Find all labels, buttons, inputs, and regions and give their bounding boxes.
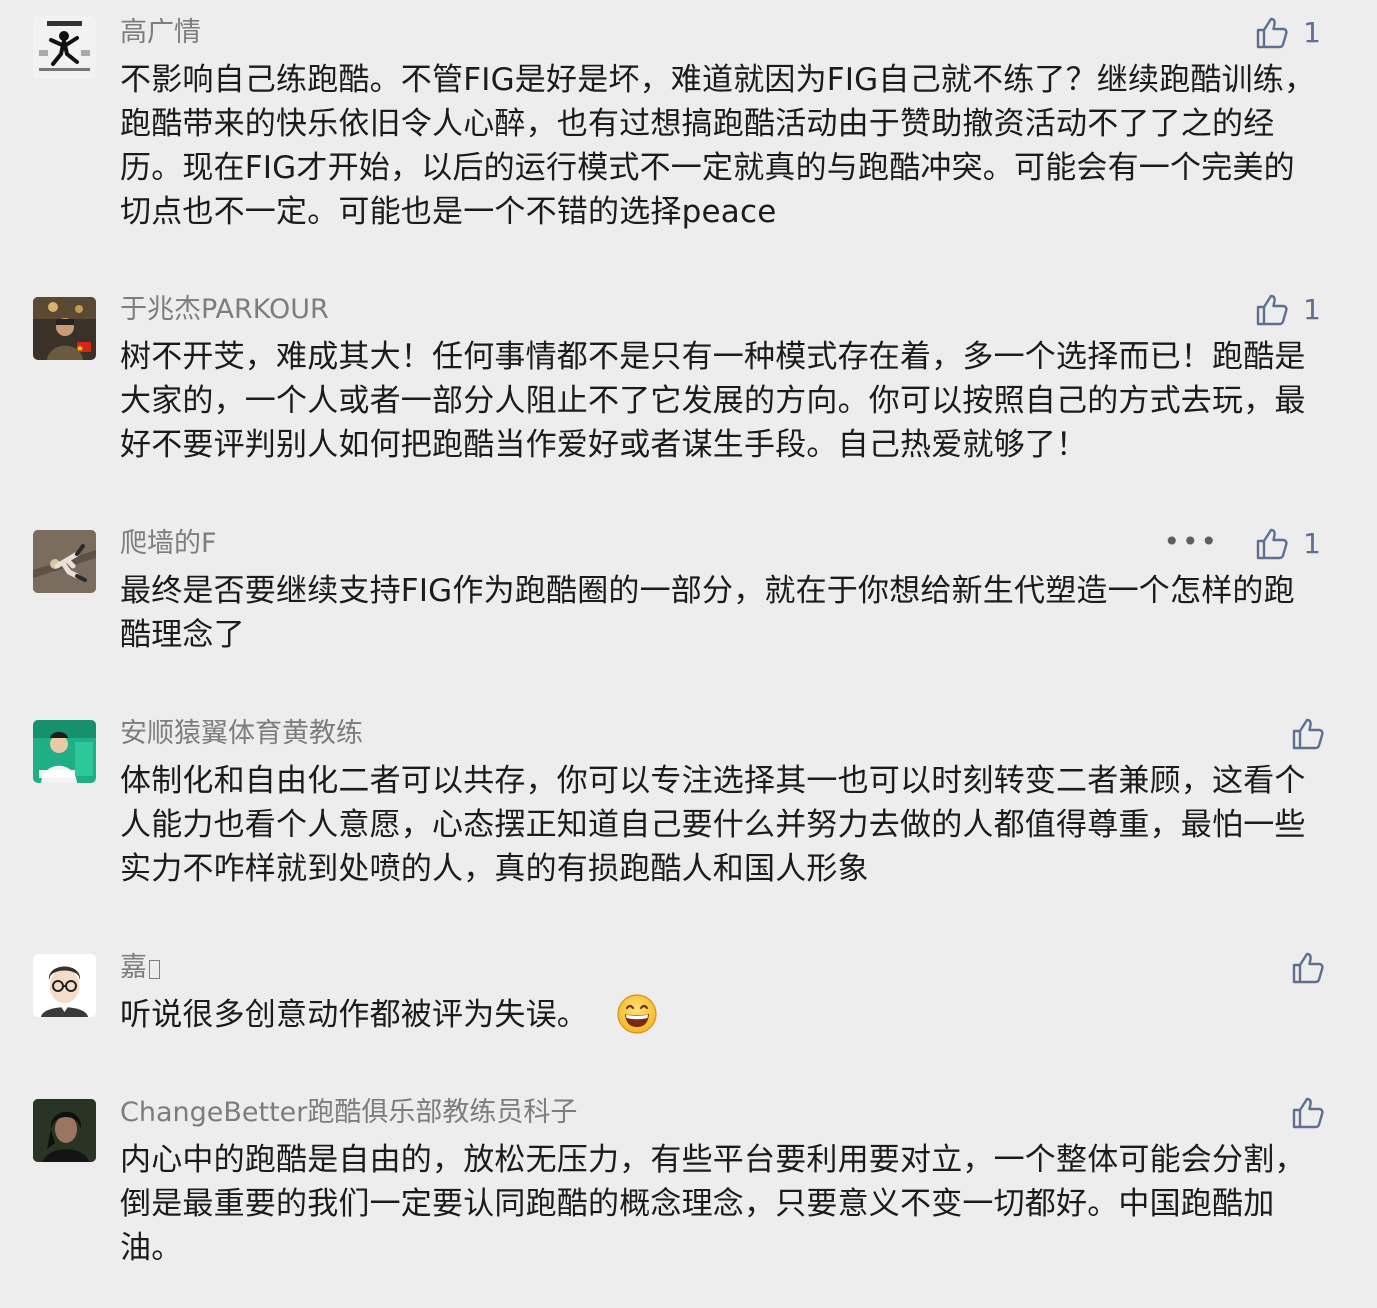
comment-text: 最终是否要继续支持FIG作为跑酷圈的一部分，就在于你想给新生代塑造一个怎样的跑酷… xyxy=(120,573,1295,653)
like-button[interactable] xyxy=(1291,951,1325,985)
comment-author[interactable]: 嘉 xyxy=(120,951,160,985)
avatar[interactable] xyxy=(33,954,96,1017)
grinning-face-emoji xyxy=(616,993,658,1035)
like-button[interactable]: 1 xyxy=(1255,293,1321,327)
avatar[interactable] xyxy=(33,530,96,593)
like-count: 1 xyxy=(1303,293,1321,326)
comment-author[interactable]: 安顺猿翼体育黄教练 xyxy=(120,717,363,751)
comment-text-line: 听说很多创意动作都被评为失误。 xyxy=(120,993,1320,1037)
comment-text: 内心中的跑酷是自由的，放松无压力，有些平台要利用要对立，一个整体可能会分割，倒是… xyxy=(120,1142,1306,1266)
avatar[interactable] xyxy=(33,720,96,783)
thumbs-up-icon xyxy=(1256,294,1288,326)
comment-author[interactable]: 于兆杰PARKOUR xyxy=(120,293,329,327)
comment-text: 听说很多创意动作都被评为失误。 xyxy=(120,997,588,1033)
comment-author[interactable]: 爬墙的F xyxy=(120,527,217,561)
comment-author[interactable]: ChangeBetter跑酷俱乐部教练员科子 xyxy=(120,1096,577,1130)
comment-text: 不影响自己练跑酷。不管FIG是好是坏，难道就因为FIG自己就不练了？继续跑酷训练… xyxy=(120,62,1316,230)
comment-author[interactable]: 高广情 xyxy=(120,16,201,50)
comment-text: 体制化和自由化二者可以共存，你可以专注选择其一也可以时刻转变二者兼顾，这看个人能… xyxy=(120,763,1306,887)
thumbs-up-icon xyxy=(1256,528,1288,560)
avatar[interactable] xyxy=(33,1099,96,1162)
like-button[interactable] xyxy=(1291,1096,1325,1130)
thumbs-up-icon xyxy=(1292,952,1324,984)
comment-list: 高广情 1 不影响自己练跑酷。不管FIG是好是坏，难道就因为FIG自己就不练了？… xyxy=(0,0,1377,1308)
author-name: 嘉 xyxy=(120,952,147,983)
unsupported-glyph-icon xyxy=(149,960,160,979)
comment-text: 树不开芠，难成其大！任何事情都不是只有一种模式存在着，多一个选择而已！跑酷是大家… xyxy=(120,339,1306,463)
like-button[interactable]: 1 xyxy=(1255,527,1321,561)
more-options-button[interactable]: ••• xyxy=(1163,527,1219,561)
like-button[interactable] xyxy=(1291,717,1325,751)
like-button[interactable]: 1 xyxy=(1255,16,1321,50)
like-count: 1 xyxy=(1303,16,1321,49)
like-count: 1 xyxy=(1303,527,1321,560)
thumbs-up-icon xyxy=(1292,1097,1324,1129)
avatar[interactable] xyxy=(33,16,96,79)
thumbs-up-icon xyxy=(1256,17,1288,49)
thumbs-up-icon xyxy=(1292,718,1324,750)
avatar[interactable] xyxy=(33,297,96,360)
